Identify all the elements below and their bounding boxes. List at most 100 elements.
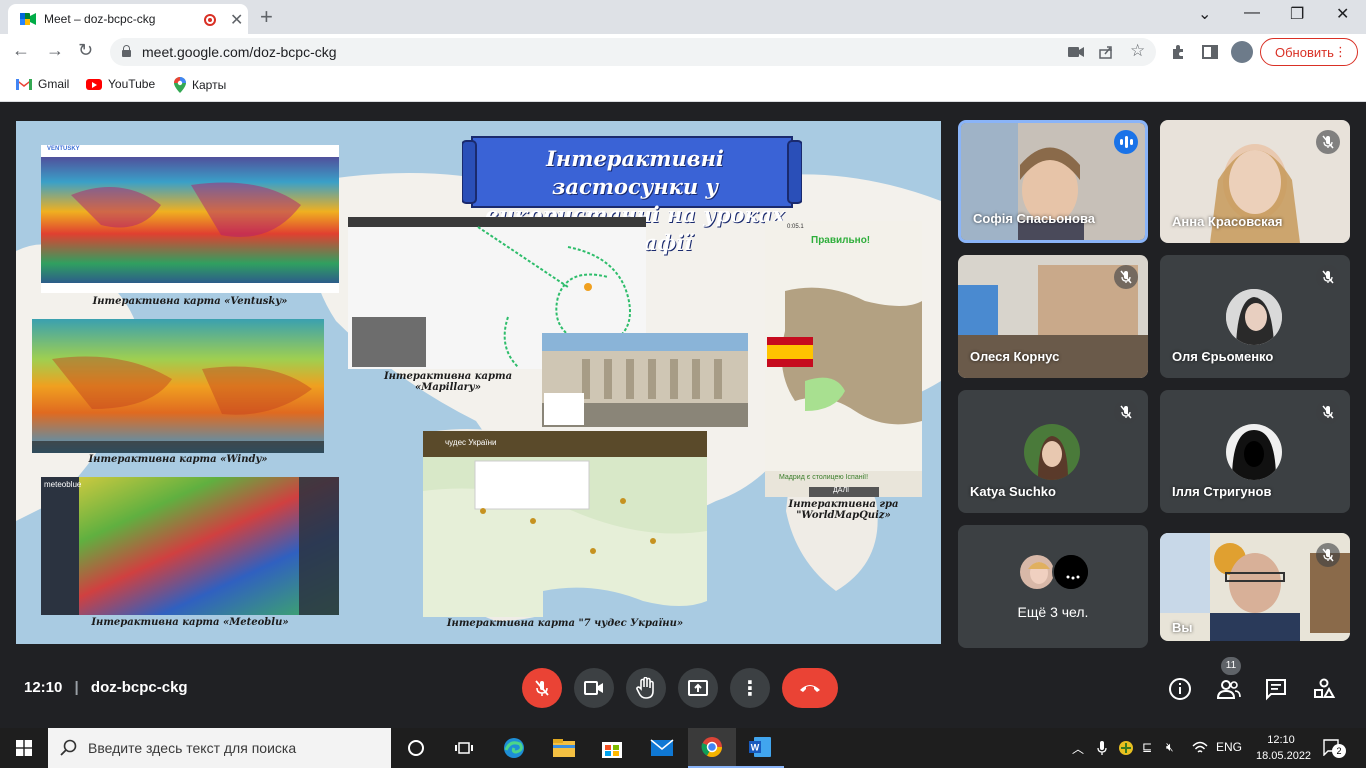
meeting-info: 12:10 | doz-bcpc-ckg [24,679,188,696]
speaking-indicator-icon [1114,130,1138,154]
extensions-icon[interactable] [1170,44,1186,60]
ventusky-map-thumbnail: VENTUSKY [41,145,339,293]
participant-avatar [1226,424,1282,480]
close-window-icon[interactable]: ✕ [1336,4,1349,24]
store-icon[interactable] [588,728,636,768]
new-tab-icon[interactable]: + [260,4,273,30]
mic-toggle-button[interactable] [522,668,562,708]
file-explorer-icon[interactable] [540,728,588,768]
participant-avatar [1052,553,1090,591]
notifications-button[interactable]: 2 [1322,738,1348,758]
meeting-details-icon[interactable] [1168,677,1192,701]
tray-overflow-icon[interactable]: ︿ [1072,740,1084,757]
browser-tab-bar: Meet – doz-bcpc-ckg ✕ + ⌄ — ❐ ✕ [0,0,1366,34]
bookmark-gmail[interactable]: Gmail [16,77,69,91]
present-screen-button[interactable] [678,668,718,708]
tab-close-icon[interactable]: ✕ [230,10,243,30]
edge-icon[interactable] [490,728,538,768]
wifi-icon[interactable] [1192,741,1208,755]
share-icon[interactable] [1098,44,1114,60]
mail-icon[interactable] [638,728,686,768]
volume-icon[interactable]: 🔇︎ [1166,740,1174,755]
address-bar[interactable]: meet.google.com/doz-bcpc-ckg ☆ [110,38,1156,66]
raise-hand-button[interactable] [626,668,666,708]
mic-off-icon [1114,265,1138,289]
bookmark-maps[interactable]: Карты [174,77,226,93]
minimize-icon[interactable]: — [1244,4,1260,22]
bookmark-youtube[interactable]: YouTube [86,77,155,91]
chat-icon[interactable] [1264,677,1288,701]
chrome-taskbar-icon[interactable] [688,728,736,768]
reload-icon[interactable]: ↻ [78,40,93,61]
maximize-icon[interactable]: ❐ [1290,4,1304,24]
caption-ventusky: Інтерактивна карта «Ventusky» [92,296,288,307]
camera-icon [584,681,603,695]
microphone-tray-icon[interactable] [1096,740,1108,756]
network-tray-icon[interactable]: ⊑ [1142,740,1152,754]
mic-off-icon [1316,400,1340,424]
shield-icon[interactable] [1118,740,1134,756]
caption-windy: Інтерактивна карта «Windy» [88,454,268,465]
windows-start-icon[interactable] [16,740,32,756]
notification-count: 2 [1332,744,1346,758]
people-icon [1216,680,1241,699]
quiz-answer: Мадрид є столицею Іспанії! [779,474,869,481]
participant-tile-self[interactable]: Вы [1160,533,1350,641]
participant-tile-katya[interactable]: Katya Suchko [958,390,1148,513]
tab-search-icon[interactable]: ⌄ [1198,4,1211,24]
participant-avatar [1018,553,1056,591]
participant-tile-anna[interactable]: Анна Красовская [1160,120,1350,243]
leave-call-button[interactable] [782,668,838,708]
update-browser-button[interactable]: Обновить ⋮ [1260,38,1358,66]
caption-worldmapquiz: Інтерактивна гра "WorldMapQuiz» [788,499,899,521]
quiz-correct-label: Правильно! [811,235,871,246]
camera-toggle-button[interactable] [574,668,614,708]
bookmark-label: Карты [192,78,227,92]
divider: | [74,679,79,696]
mic-off-icon [535,680,549,696]
word-icon[interactable]: W [736,728,784,768]
taskbar-clock[interactable]: 12:10 18.05.2022 [1256,732,1312,764]
browser-tab-meet[interactable]: Meet – doz-bcpc-ckg ✕ [8,4,248,34]
people-button[interactable]: 11 [1216,657,1242,701]
browser-toolbar: ← → ↻ meet.google.com/doz-bcpc-ckg ☆ Обн… [0,34,1366,70]
camera-permission-icon[interactable] [1068,46,1084,58]
task-view-icon[interactable] [440,728,488,768]
bookmark-label: Gmail [38,77,70,91]
activities-icon[interactable] [1312,677,1336,701]
side-panel-icon[interactable] [1202,44,1218,60]
mic-off-icon [1316,265,1340,289]
caption-mapillary: Інтерактивна карта «Mapillary» [383,371,513,393]
quiz-next-button: ДАЛІ [833,487,850,494]
bookmark-label: YouTube [108,77,156,91]
bookmark-star-icon[interactable]: ☆ [1130,41,1145,61]
participant-tile-illya[interactable]: Ілля Стригунов [1160,390,1350,513]
cortana-icon[interactable] [392,728,440,768]
participant-name: Ілля Стригунов [1172,484,1272,499]
meeting-controls-bar: 12:10 | doz-bcpc-ckg ⋮ 11 [0,644,1366,728]
clock-date: 18.05.2022 [1256,750,1312,762]
mic-off-icon [1114,400,1138,424]
mic-off-icon [1316,130,1340,154]
participant-tile-olya[interactable]: Оля Єрьоменко [1160,255,1350,378]
tab-title: Meet – doz-bcpc-ckg [44,12,156,26]
taskbar-search-box[interactable]: Введите здесь текст для поиска [48,728,391,768]
search-icon [60,739,77,756]
forward-icon[interactable]: → [46,40,64,61]
end-call-icon [800,685,820,692]
mic-off-icon [1316,543,1340,567]
gmail-icon [16,79,32,90]
profile-avatar[interactable] [1231,41,1253,63]
meteoblue-logo: meteoblue [44,480,82,489]
participant-tile-olesya[interactable]: Олеся Корнус [958,255,1148,378]
more-options-button[interactable]: ⋮ [730,668,770,708]
participant-tile-more[interactable]: Ещё 3 чел. [958,525,1148,648]
back-icon[interactable]: ← [12,40,30,61]
update-button-label: Обновить [1275,45,1334,60]
participant-tile-sofia[interactable]: Софія Спасьонова [958,120,1148,243]
meet-favicon-icon [20,13,36,25]
shared-presentation[interactable]: Інтерактивні застосунки у використанні н… [16,121,941,644]
present-icon [688,680,708,696]
language-indicator[interactable]: ENG [1216,740,1242,754]
search-placeholder: Введите здесь текст для поиска [88,740,297,756]
